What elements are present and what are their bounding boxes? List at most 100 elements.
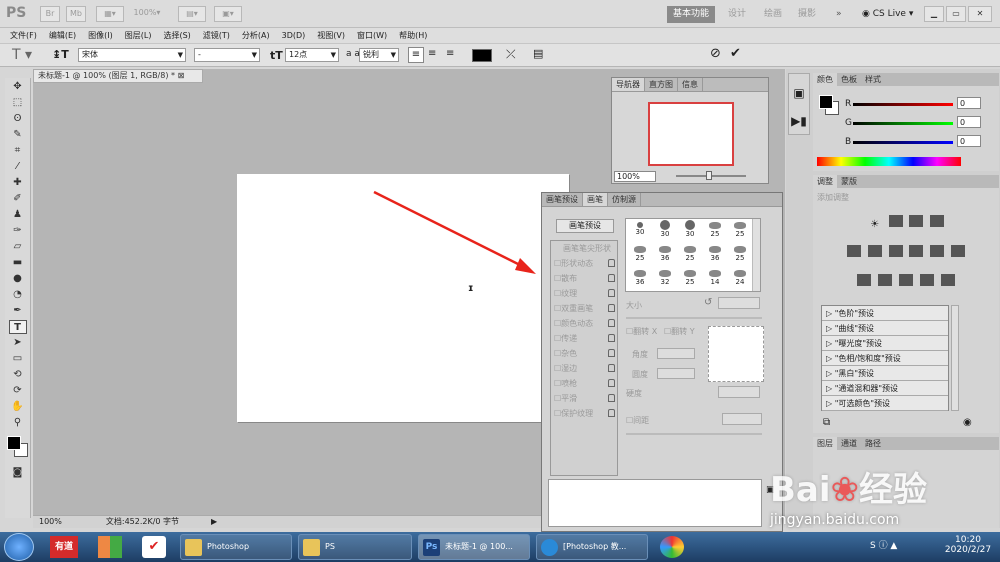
minimize-button[interactable]: ▁ bbox=[924, 6, 944, 22]
brush-tip[interactable]: 24 bbox=[728, 267, 752, 291]
minibridge-button[interactable]: Mb bbox=[66, 6, 86, 22]
menu-help[interactable]: 帮助(H) bbox=[393, 28, 433, 43]
text-orientation-icon[interactable]: ↨T bbox=[52, 48, 69, 61]
g-field[interactable]: 0 bbox=[957, 116, 981, 128]
lock-icon[interactable] bbox=[608, 304, 615, 312]
office-pinned-icon[interactable] bbox=[98, 536, 122, 558]
preset-channel-mixer[interactable]: ▷ "通道混和器"预设 bbox=[822, 381, 948, 396]
navigator-zoom-field[interactable]: 100% bbox=[614, 171, 656, 182]
type-tool-preset-icon[interactable]: T ▾ bbox=[12, 47, 32, 63]
healing-brush-tool-icon[interactable]: ✚ bbox=[9, 176, 27, 190]
font-style-select[interactable]: - ▼ bbox=[194, 48, 260, 62]
workspace-more-button[interactable]: » bbox=[830, 6, 848, 23]
brush-dual-brush[interactable]: ☐双重画笔 bbox=[551, 301, 617, 316]
hue-saturation-icon[interactable] bbox=[867, 245, 882, 257]
workspace-photography[interactable]: 摄影 bbox=[792, 6, 822, 23]
brush-tip[interactable]: 32 bbox=[653, 267, 677, 291]
brush-protect-texture[interactable]: ☐保护纹理 bbox=[551, 406, 617, 421]
brush-shape-dynamics[interactable]: ☐形状动态 bbox=[551, 256, 617, 271]
gradient-tool-icon[interactable]: ▬ bbox=[9, 256, 27, 270]
lock-icon[interactable] bbox=[608, 274, 615, 282]
exposure-icon[interactable] bbox=[930, 215, 945, 227]
menu-filter[interactable]: 滤镜(T) bbox=[197, 28, 236, 43]
tab-info[interactable]: 信息 bbox=[678, 78, 703, 91]
black-white-icon[interactable] bbox=[909, 245, 924, 257]
lasso-tool-icon[interactable]: ʘ bbox=[9, 112, 27, 126]
posterize-icon[interactable] bbox=[878, 274, 893, 286]
flip-y-checkbox[interactable]: ☐翻转 Y bbox=[664, 326, 695, 337]
eyedropper-tool-icon[interactable]: ⁄ bbox=[9, 160, 27, 174]
vibrance-icon[interactable] bbox=[846, 245, 861, 257]
flip-x-checkbox[interactable]: ☐翻转 X bbox=[626, 326, 657, 337]
document-tab[interactable]: 未标题-1 @ 100% (图层 1, RGB/8) * ⊠ bbox=[33, 69, 203, 83]
spacing-slider[interactable] bbox=[626, 433, 762, 435]
color-spectrum-bar[interactable] bbox=[817, 157, 961, 166]
tab-adjustments[interactable]: 调整 bbox=[813, 175, 837, 188]
blur-tool-icon[interactable]: ● bbox=[9, 272, 27, 286]
tab-brush-presets[interactable]: 画笔预设 bbox=[542, 193, 583, 206]
brush-tip[interactable]: 30 bbox=[678, 219, 702, 243]
brush-scattering[interactable]: ☐散布 bbox=[551, 271, 617, 286]
bridge-button[interactable]: Br bbox=[40, 6, 60, 22]
g-slider[interactable] bbox=[853, 122, 953, 125]
marquee-tool-icon[interactable]: ⬚ bbox=[9, 96, 27, 110]
arrange-documents-button[interactable]: ▤▾ bbox=[178, 6, 206, 22]
hardness-field[interactable] bbox=[718, 386, 760, 398]
brush-color-dynamics[interactable]: ☐颜色动态 bbox=[551, 316, 617, 331]
tab-channels[interactable]: 通道 bbox=[837, 437, 861, 450]
lock-icon[interactable] bbox=[608, 394, 615, 402]
menu-edit[interactable]: 编辑(E) bbox=[43, 28, 82, 43]
tab-clone-source[interactable]: 仿制源 bbox=[608, 193, 641, 206]
brightness-icon[interactable]: ☀ bbox=[868, 219, 882, 231]
text-color-swatch[interactable] bbox=[472, 49, 492, 62]
reset-size-icon[interactable]: ↺ bbox=[704, 297, 712, 308]
brush-tip[interactable]: 25 bbox=[728, 219, 752, 243]
tray-clock[interactable]: 10:20 2020/2/27 bbox=[944, 535, 992, 555]
lock-icon[interactable] bbox=[608, 289, 615, 297]
lock-icon[interactable] bbox=[608, 259, 615, 267]
history-brush-tool-icon[interactable]: ✑ bbox=[9, 224, 27, 238]
lock-icon[interactable] bbox=[608, 319, 615, 327]
shape-tool-icon[interactable]: ▭ bbox=[9, 352, 27, 366]
b-field[interactable]: 0 bbox=[957, 135, 981, 147]
threshold-icon[interactable] bbox=[899, 274, 913, 286]
type-tool-icon[interactable]: T bbox=[8, 320, 27, 334]
r-slider[interactable] bbox=[853, 103, 953, 106]
color-fg-swatch[interactable] bbox=[819, 95, 833, 109]
move-tool-icon[interactable]: ✥ bbox=[9, 80, 27, 94]
quick-select-tool-icon[interactable]: ✎ bbox=[9, 128, 27, 142]
angle-field[interactable] bbox=[657, 348, 695, 359]
menu-analysis[interactable]: 分析(A) bbox=[236, 28, 276, 43]
brush-grid-scrollbar[interactable] bbox=[752, 219, 760, 291]
chrome-pinned-icon[interactable] bbox=[660, 536, 684, 558]
tab-paths[interactable]: 路径 bbox=[861, 437, 885, 450]
brush-tip[interactable]: 30 bbox=[628, 219, 652, 243]
align-left-button[interactable]: ≡ bbox=[408, 47, 424, 63]
tab-swatches[interactable]: 色板 bbox=[837, 73, 861, 86]
tab-masks[interactable]: 蒙版 bbox=[837, 175, 861, 188]
brush-tip[interactable]: 36 bbox=[628, 267, 652, 291]
task-ps-folder[interactable]: PS bbox=[298, 534, 412, 560]
font-family-select[interactable]: 宋体 ▼ bbox=[78, 48, 186, 62]
warp-text-icon[interactable]: ⤫ bbox=[506, 47, 516, 62]
lock-icon[interactable] bbox=[608, 379, 615, 387]
curves-icon[interactable] bbox=[909, 215, 924, 227]
screen-mode-button[interactable]: ▣▾ bbox=[214, 6, 242, 22]
workspace-design[interactable]: 设计 bbox=[722, 6, 752, 23]
crop-tool-icon[interactable]: ⌗ bbox=[9, 144, 27, 158]
youdao-pinned[interactable]: 有道 bbox=[50, 536, 78, 558]
antialias-select[interactable]: 锐利 ▼ bbox=[359, 48, 399, 62]
roundness-field[interactable] bbox=[657, 368, 695, 379]
menu-view[interactable]: 视图(V) bbox=[311, 28, 351, 43]
brush-tip[interactable]: 25 bbox=[703, 219, 727, 243]
preset-curves[interactable]: ▷ "曲线"预设 bbox=[822, 321, 948, 336]
align-right-button[interactable]: ≡ bbox=[446, 48, 454, 59]
photo-filter-icon[interactable] bbox=[930, 245, 945, 257]
menu-window[interactable]: 窗口(W) bbox=[351, 28, 393, 43]
b-slider[interactable] bbox=[853, 141, 953, 144]
preset-selective-color[interactable]: ▷ "可选颜色"预设 bbox=[822, 396, 948, 411]
font-size-select[interactable]: 12点 ▼ bbox=[285, 48, 339, 62]
commit-icon[interactable]: ✔ bbox=[730, 46, 741, 61]
restore-button[interactable]: ▭ bbox=[946, 6, 966, 22]
pen-tool-icon[interactable]: ✒ bbox=[9, 304, 27, 318]
